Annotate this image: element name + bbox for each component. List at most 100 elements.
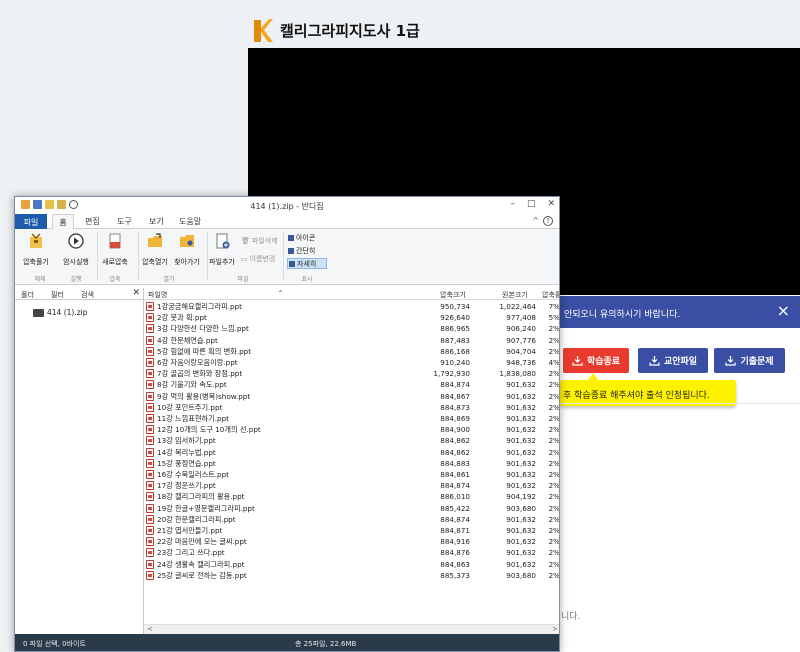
rename-label: 이름변경 xyxy=(249,255,276,263)
table-row[interactable]: 6강 자음이랑모음이랑.ppt 910,240 948,736 4% xyxy=(144,357,560,368)
find-button[interactable]: 찾아가기 xyxy=(171,232,203,267)
compressed-size: 884,871 xyxy=(440,526,470,535)
ppt-file-icon xyxy=(146,358,154,367)
column-header-name[interactable]: 파일명 xyxy=(148,290,167,300)
ppt-file-icon xyxy=(146,436,154,446)
ppt-file-icon xyxy=(146,302,154,311)
table-row[interactable]: 8강 기울기와 속도.ppt 884,874 901,632 2% xyxy=(144,379,559,390)
table-row[interactable]: 9강 먹의 활용(병목)show.ppt 884,867 901,632 2% xyxy=(144,391,560,402)
view-detail-button[interactable]: 자세히 xyxy=(287,258,327,269)
materials-button[interactable]: 교안파일 xyxy=(638,348,708,373)
open-folder-icon xyxy=(148,233,162,247)
ppt-file-icon xyxy=(146,313,154,323)
past-exams-button[interactable]: 기출문제 xyxy=(714,348,785,373)
table-row[interactable]: 24강 생활속 캘리그라피.ppt 884,863 901,632 2% xyxy=(144,559,559,570)
table-row[interactable]: 23강 그리고 쓰다.ppt 884,876 901,632 2% xyxy=(144,547,559,558)
scroll-right-icon[interactable]: > xyxy=(552,625,558,633)
table-row[interactable]: 13강 임서하기.ppt 884,862 901,632 2% xyxy=(144,435,559,446)
compressed-size: 886,168 xyxy=(440,346,470,356)
open-archive-button[interactable]: 압축열기 xyxy=(139,232,171,267)
table-row[interactable]: 17강 정운쓰기.ppt 884,874 901,632 2% xyxy=(144,480,559,491)
table-row[interactable]: 11강 느낌표현하기.ppt 884,869 901,632 2% xyxy=(144,413,559,424)
tab-search[interactable]: 검색 xyxy=(81,290,94,300)
collapse-ribbon-button[interactable]: ^ xyxy=(532,216,539,226)
table-row[interactable]: 20강 한문캘리그라피.ppt 884,874 901,632 2% xyxy=(144,514,559,525)
table-row[interactable]: 16강 수묵일러스트.ppt 884,861 901,632 2% xyxy=(144,469,559,480)
grid-icon xyxy=(288,234,294,241)
compressed-size: 950,734 xyxy=(440,302,470,311)
tab-folder[interactable]: 폴더 xyxy=(21,290,34,300)
table-row[interactable]: 25강 글씨로 전하는 감동.ppt 885,373 903,680 2% xyxy=(144,570,559,581)
minimize-button[interactable]: – xyxy=(510,199,515,209)
title-bar[interactable]: 414 (1).zip - 반디집 – □ ✕ xyxy=(15,197,559,214)
original-size: 906,240 xyxy=(506,324,536,334)
table-row[interactable]: 10강 포인트주기.ppt 884,873 901,632 2% xyxy=(144,402,559,413)
compression-ratio: 2% xyxy=(548,425,560,435)
sort-arrow-icon: ^ xyxy=(278,290,284,297)
horizontal-scrollbar[interactable]: < > xyxy=(144,624,559,634)
view-icon-button[interactable]: 아이콘 xyxy=(287,232,327,243)
finish-study-button[interactable]: 학습종료 xyxy=(563,348,629,373)
table-row[interactable]: 7강 골곱의 변화와 장점.ppt 1,792,930 1,838,080 2% xyxy=(144,368,559,379)
table-row[interactable]: 5강 힘없에 따른 획의 변화.ppt 886,168 904,704 2% xyxy=(144,346,560,357)
delete-file-button[interactable]: 🗑 파일삭제 xyxy=(241,236,278,246)
archive-summary: 총 25파일, 22.6MB xyxy=(295,640,357,648)
ribbon: 압축풀기 암시실행 새로압축 압축열기 찾아가기 파일추가 🗑 파일삭제 ▭ 이… xyxy=(15,229,559,285)
maximize-button[interactable]: □ xyxy=(527,199,536,209)
table-row[interactable]: 3강 다양한선 다양한 느낌.ppt 886,965 906,240 2% xyxy=(144,323,559,334)
column-header-original[interactable]: 원본크기 xyxy=(502,290,528,300)
table-row[interactable]: 14강 목리누법.ppt 884,862 901,632 2% xyxy=(144,447,559,458)
ppt-file-icon xyxy=(146,526,154,535)
rename-button[interactable]: ▭ 이름변경 xyxy=(241,254,275,264)
compression-ratio: 2% xyxy=(548,346,560,356)
compression-ratio: 2% xyxy=(548,526,560,535)
ppt-file-icon xyxy=(146,346,154,356)
table-row[interactable]: 12강 10개의 도구 10개의 선.ppt 884,900 901,632 2% xyxy=(144,424,560,435)
tree-item-archive[interactable]: 414 (1).zip xyxy=(33,308,88,317)
tab-home[interactable]: 홈 xyxy=(52,214,74,230)
column-header-ratio[interactable]: 압축률 xyxy=(542,290,559,300)
tab-help[interactable]: 도움말 xyxy=(179,216,201,227)
ppt-file-icon xyxy=(146,324,154,334)
table-row[interactable]: 18강 캘리그라피의 활용.ppt 886,010 904,192 2% xyxy=(144,491,559,502)
table-row[interactable]: 2강 붓과 획.ppt 926,640 977,408 5% xyxy=(144,312,559,323)
compression-ratio: 4% xyxy=(548,358,560,367)
compression-ratio: 2% xyxy=(548,391,560,401)
add-file-button[interactable]: 파일추가 xyxy=(205,232,239,267)
tab-tools[interactable]: 도구 xyxy=(117,216,132,227)
tab-filter[interactable]: 필터 xyxy=(51,290,64,300)
compressed-size: 884,862 xyxy=(440,447,470,457)
original-size: 901,632 xyxy=(506,402,536,412)
table-row[interactable]: 21강 엽서만들기.ppt 884,871 901,632 2% xyxy=(144,525,560,536)
extract-label: 압축풀기 xyxy=(23,258,49,266)
scroll-left-icon[interactable]: < xyxy=(147,625,153,633)
group-label-file: 파일 xyxy=(237,276,249,283)
tab-file[interactable]: 파일 xyxy=(15,214,47,229)
column-header-compressed[interactable]: 압축크기 xyxy=(440,290,466,300)
new-archive-button[interactable]: 새로압축 xyxy=(99,232,131,267)
file-name: 3강 다양한선 다양한 느낌.ppt xyxy=(157,324,249,334)
compressed-size: 1,792,930 xyxy=(433,369,470,379)
close-icon[interactable]: × xyxy=(777,302,790,320)
view-brief-button[interactable]: 간단히 xyxy=(287,245,327,256)
extract-button[interactable]: 압축풀기 xyxy=(21,232,51,267)
extract-icon xyxy=(30,233,42,248)
compressed-size: 884,874 xyxy=(440,514,470,524)
tree-item-label: 414 (1).zip xyxy=(47,308,88,317)
file-name: 4강 한문체연습.ppt xyxy=(157,335,218,345)
close-button[interactable]: ✕ xyxy=(547,199,555,209)
tab-view[interactable]: 보기 xyxy=(149,216,164,227)
table-row[interactable]: 1강궁금해요캘리그라피.ppt 950,734 1,022,464 7% xyxy=(144,301,559,312)
tab-edit[interactable]: 편집 xyxy=(85,216,100,227)
file-name: 18강 캘리그라피의 활용.ppt xyxy=(157,492,245,502)
table-row[interactable]: 22강 마음만에 모는 글씨.ppt 884,916 901,632 2% xyxy=(144,536,559,547)
table-row[interactable]: 15강 풍정연습.ppt 884,883 901,632 2% xyxy=(144,458,559,469)
test-run-button[interactable]: 암시실행 xyxy=(61,232,91,267)
divider xyxy=(560,403,800,404)
close-panel-button[interactable]: ✕ xyxy=(132,288,140,298)
help-icon[interactable]: ? xyxy=(543,216,553,226)
file-name: 24강 생활속 캘리그라피.ppt xyxy=(157,559,245,569)
table-row[interactable]: 19강 한글+영문캘리그라피.ppt 885,422 903,680 2% xyxy=(144,503,559,514)
table-row[interactable]: 4강 한문체연습.ppt 887,483 907,776 2% xyxy=(144,335,559,346)
file-name: 20강 한문캘리그라피.ppt xyxy=(157,514,236,524)
